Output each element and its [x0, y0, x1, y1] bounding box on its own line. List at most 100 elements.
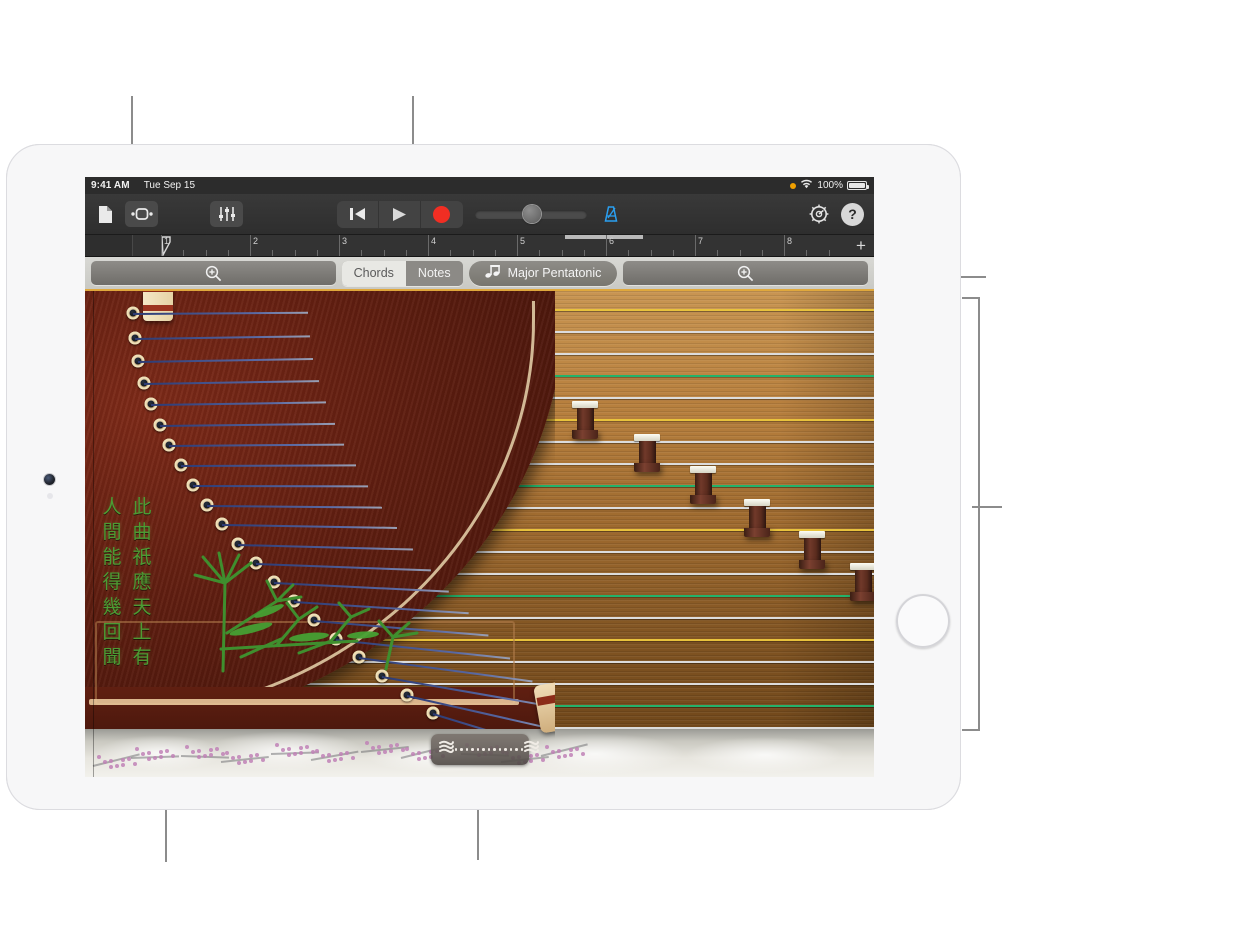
- recording-indicator-icon: [790, 182, 797, 189]
- blossom: [231, 756, 235, 760]
- blossom: [249, 754, 253, 758]
- blossom: [345, 751, 349, 755]
- blossom: [147, 751, 151, 755]
- blossom: [327, 759, 331, 763]
- blossom: [423, 756, 427, 760]
- blossom: [237, 755, 241, 759]
- blossom: [551, 750, 555, 754]
- blossom: [395, 743, 399, 747]
- blossom: [133, 762, 137, 766]
- toolbar-right-group: ?: [807, 201, 874, 227]
- ruler-bar-number: 3: [342, 236, 348, 246]
- blossom: [121, 763, 125, 767]
- mixer-settings-icon[interactable]: [210, 201, 243, 227]
- strum-dots: [454, 748, 523, 751]
- blossom: [153, 756, 157, 760]
- blossom: [327, 753, 331, 757]
- blossom: [557, 755, 561, 759]
- home-button[interactable]: [896, 594, 950, 648]
- bamboo-painting: [193, 551, 419, 673]
- guzheng-instrument[interactable]: 此曲祇應天上有人間能得幾回聞: [85, 291, 874, 777]
- metronome-icon[interactable]: [599, 201, 623, 227]
- guzheng-body: 此曲祇應天上有人間能得幾回聞: [85, 291, 555, 777]
- calligraphy-character: 上: [132, 621, 152, 643]
- blossom: [197, 755, 201, 759]
- gear-icon[interactable]: [807, 201, 831, 227]
- master-volume-knob[interactable]: [522, 204, 541, 223]
- blossom: [141, 752, 145, 756]
- blossom: [417, 757, 421, 761]
- scale-selector-button[interactable]: Major Pentatonic: [468, 260, 618, 286]
- segment-chords[interactable]: Chords: [341, 260, 406, 286]
- blossom: [109, 765, 113, 769]
- mist-cloud: [685, 737, 845, 773]
- blossom: [383, 750, 387, 754]
- help-button[interactable]: ?: [841, 202, 864, 226]
- rewind-button[interactable]: [337, 200, 379, 228]
- strum-dot: [493, 748, 496, 751]
- garageband-toolbar: ?: [85, 194, 874, 235]
- ruler-sub-tick: [205, 250, 207, 256]
- blossom: [261, 758, 265, 762]
- ruler-sub-tick: [405, 250, 407, 256]
- blossom: [299, 746, 303, 750]
- blossom: [315, 749, 319, 753]
- my-songs-document-icon[interactable]: [93, 201, 117, 227]
- blossom: [237, 761, 241, 765]
- calligraphy-character: 幾: [102, 596, 122, 618]
- calligraphy-character: 人: [102, 496, 122, 518]
- blossom: [299, 751, 303, 755]
- play-button[interactable]: [379, 200, 421, 228]
- blossom: [103, 760, 107, 764]
- blossom: [109, 759, 113, 763]
- screenshot-root: 9:41 AM Tue Sep 15 100% ? 1 2 3 4 5 6 7 …: [0, 0, 1250, 950]
- blossom: [209, 748, 213, 752]
- blossom: [305, 745, 309, 749]
- ruler-sub-tick: [539, 250, 541, 256]
- strum-dot: [498, 748, 501, 751]
- ruler-sub-tick: [828, 250, 830, 256]
- ruler-bar-number: 2: [253, 236, 259, 246]
- zoom-out-button[interactable]: [91, 261, 336, 285]
- record-button[interactable]: [421, 201, 463, 228]
- strum-dot: [482, 748, 485, 751]
- calligraphy-character: 祇: [132, 546, 152, 568]
- battery-icon: [847, 181, 869, 190]
- transport-button-group: [336, 200, 463, 228]
- blossom: [287, 747, 291, 751]
- calligraphy-character: 間: [102, 521, 122, 543]
- status-date: Tue Sep 15: [143, 180, 196, 191]
- blossom: [371, 746, 375, 750]
- ipad-device: 9:41 AM Tue Sep 15 100% ? 1 2 3 4 5 6 7 …: [6, 144, 961, 810]
- callout-line-strings: [972, 506, 1002, 508]
- segment-notes[interactable]: Notes: [405, 260, 463, 286]
- blossom: [405, 747, 409, 751]
- master-volume-slider[interactable]: [474, 204, 587, 223]
- add-section-button[interactable]: +: [848, 235, 874, 256]
- blossom: [293, 752, 297, 756]
- calligraphy-character: 得: [102, 571, 122, 593]
- blossom: [389, 749, 393, 753]
- double-eighth-note-icon: [484, 264, 501, 282]
- calligraphy-column: 人間能得幾回聞: [101, 496, 123, 668]
- ruler-track[interactable]: 1 2 3 4 5 6 7 8: [133, 235, 848, 256]
- ipad-screen: 9:41 AM Tue Sep 15 100% ? 1 2 3 4 5 6 7 …: [85, 177, 874, 777]
- calligraphy-column: 此曲祇應天上有: [131, 496, 153, 668]
- ruler-sub-tick: [672, 250, 674, 256]
- calligraphy-character: 能: [102, 546, 122, 568]
- transport-controls: [336, 200, 623, 228]
- strum-bar-control[interactable]: [430, 734, 539, 765]
- zoom-in-button[interactable]: [623, 261, 869, 285]
- ruler-sub-tick: [316, 250, 318, 256]
- blossom: [171, 754, 175, 758]
- guzheng-bridge: [799, 531, 825, 569]
- blossom: [249, 759, 253, 763]
- ruler-bar-number: 6: [609, 236, 615, 246]
- track-view-icon[interactable]: [125, 201, 158, 227]
- blossom: [203, 754, 207, 758]
- blossom: [209, 753, 213, 757]
- blossom: [255, 753, 259, 757]
- ruler-sub-tick: [561, 250, 563, 256]
- ios-status-bar: 9:41 AM Tue Sep 15 100%: [85, 177, 874, 194]
- blossom: [569, 748, 573, 752]
